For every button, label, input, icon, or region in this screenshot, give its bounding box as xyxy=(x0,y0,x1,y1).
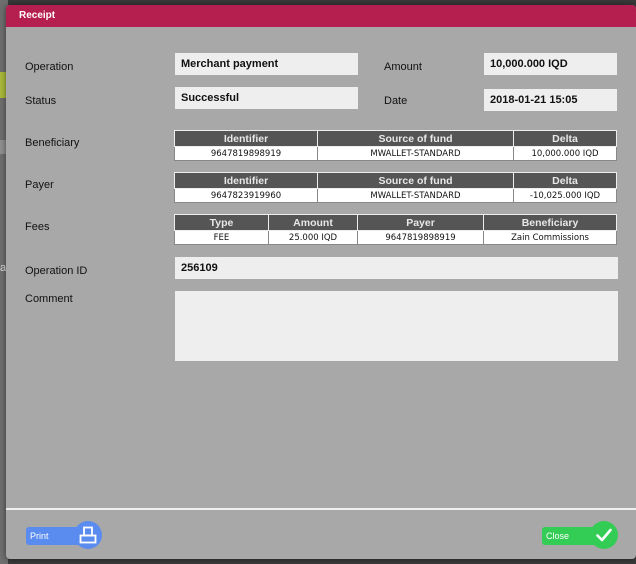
status-label: Status xyxy=(25,95,57,107)
printer-icon[interactable] xyxy=(74,521,102,549)
operation-value: Merchant payment xyxy=(175,53,358,75)
table-cell: 25.000 IQD xyxy=(268,230,358,245)
fees-label: Fees xyxy=(25,221,50,233)
table-cell: 9647819898919 xyxy=(357,230,484,245)
beneficiary-label: Beneficiary xyxy=(25,137,80,149)
operation-label: Operation xyxy=(25,61,74,73)
table-row: FEE 25.000 IQD 9647819898919 Zain Commis… xyxy=(174,230,617,245)
fees-table: Type Amount Payer Beneficiary FEE 25.000… xyxy=(174,214,617,245)
amount-value: 10,000.000 IQD xyxy=(484,53,617,75)
column-header: Type xyxy=(174,214,269,231)
column-header: Identifier xyxy=(174,172,318,189)
table-cell: Zain Commissions xyxy=(483,230,617,245)
payer-table: Identifier Source of fund Delta 96478239… xyxy=(174,172,617,203)
dialog-title: Receipt xyxy=(6,5,636,27)
footer-divider xyxy=(6,508,636,510)
table-header-row: Identifier Source of fund Delta xyxy=(174,130,617,147)
column-header: Amount xyxy=(268,214,358,231)
table-header-row: Type Amount Payer Beneficiary xyxy=(174,214,617,231)
column-header: Beneficiary xyxy=(483,214,617,231)
close-button-label: Close xyxy=(546,531,570,541)
payer-label: Payer xyxy=(25,179,54,191)
receipt-dialog: Receipt Operation Merchant payment Amoun… xyxy=(6,5,636,559)
table-cell: MWALLET-STANDARD xyxy=(317,146,514,161)
date-value: 2018-01-21 15:05 xyxy=(484,89,617,111)
table-header-row: Identifier Source of fund Delta xyxy=(174,172,617,189)
column-header: Source of fund xyxy=(317,130,514,147)
table-row: 9647819898919 MWALLET-STANDARD 10,000.00… xyxy=(174,146,617,161)
column-header: Delta xyxy=(513,130,617,147)
print-button-label: Print xyxy=(30,531,49,541)
column-header: Payer xyxy=(357,214,484,231)
column-header: Delta xyxy=(513,172,617,189)
table-row: 9647823919960 MWALLET-STANDARD -10,025.0… xyxy=(174,188,617,203)
checkmark-icon[interactable] xyxy=(590,521,618,549)
table-cell: 9647823919960 xyxy=(174,188,318,203)
operation-id-value: 256109 xyxy=(175,257,618,279)
amount-label: Amount xyxy=(384,61,422,73)
operation-id-label: Operation ID xyxy=(25,265,88,277)
comment-field xyxy=(175,291,618,361)
table-cell: 9647819898919 xyxy=(174,146,318,161)
table-cell: FEE xyxy=(174,230,269,245)
table-cell: MWALLET-STANDARD xyxy=(317,188,514,203)
comment-label: Comment xyxy=(25,293,73,305)
status-value: Successful xyxy=(175,87,358,109)
table-cell: -10,025.000 IQD xyxy=(513,188,617,203)
table-cell: 10,000.000 IQD xyxy=(513,146,617,161)
date-label: Date xyxy=(384,95,408,107)
beneficiary-table: Identifier Source of fund Delta 96478198… xyxy=(174,130,617,161)
column-header: Identifier xyxy=(174,130,318,147)
column-header: Source of fund xyxy=(317,172,514,189)
